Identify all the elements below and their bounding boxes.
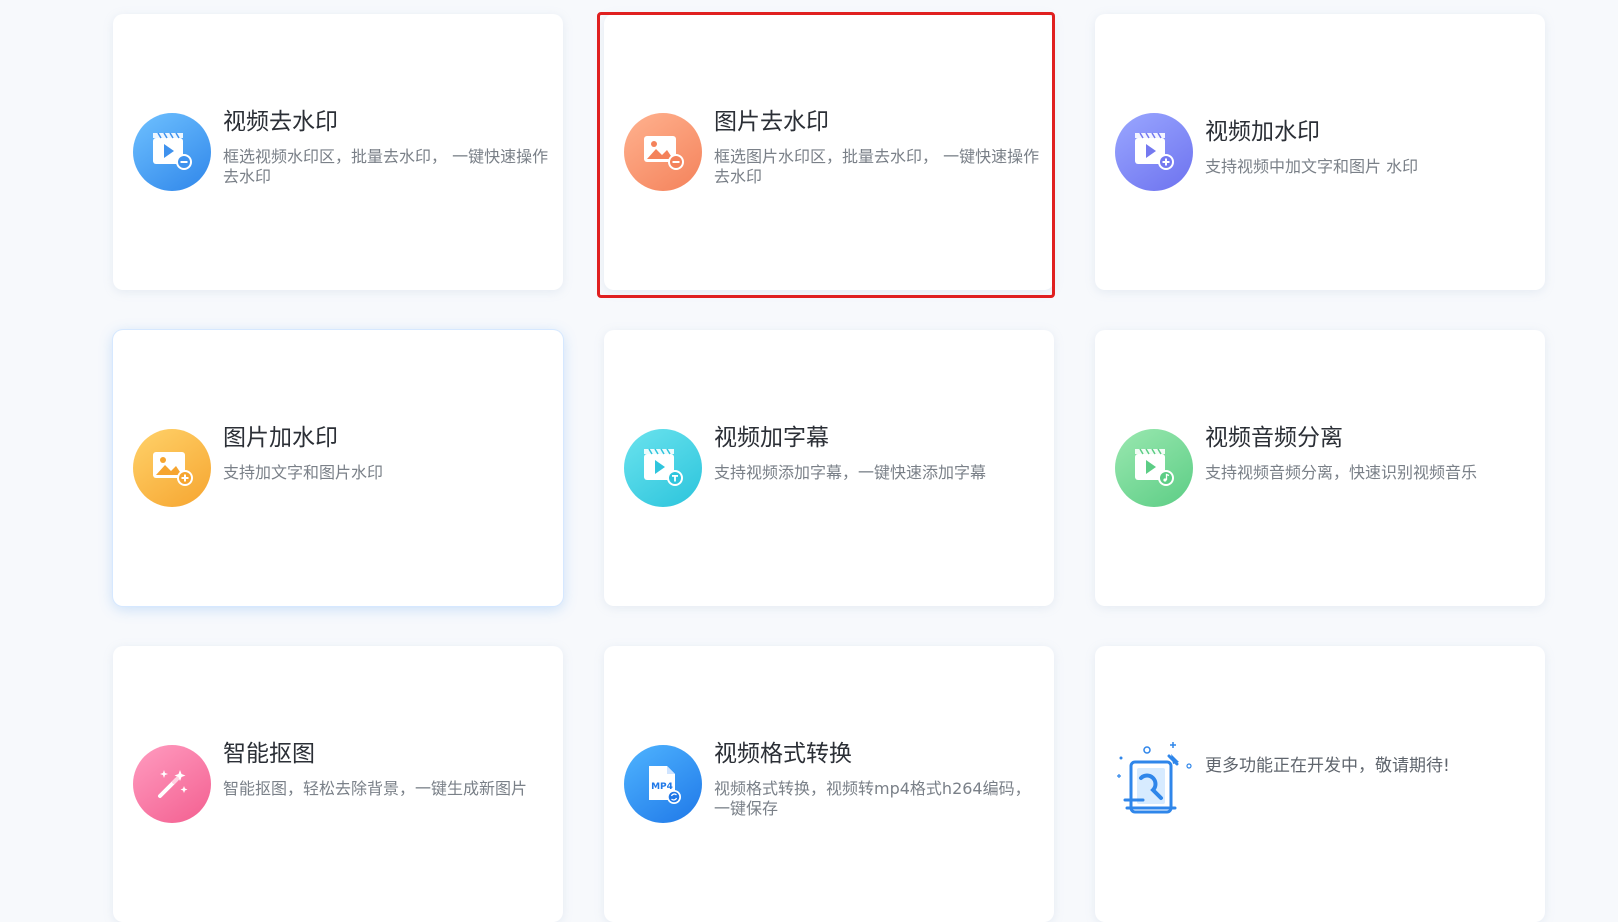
card-image-add-watermark[interactable]: 图片加水印 支持加文字和图片水印 bbox=[113, 330, 563, 606]
mp4-file-icon: MP4 bbox=[624, 745, 702, 823]
card-video-add-subtitle[interactable]: 视频加字幕 支持视频添加字幕，一键快速添加字幕 bbox=[604, 330, 1054, 606]
card-description: 支持视频中加文字和图片 水印 bbox=[1205, 157, 1419, 176]
card-title: 视频加字幕 bbox=[714, 425, 829, 451]
card-smart-cutout[interactable]: 智能抠图 智能抠图，轻松去除背景，一键生成新图片 bbox=[113, 646, 563, 922]
feature-grid: 视频去水印 框选视频水印区，批量去水印， 一键快速操作去水印 图片去水印 框选图… bbox=[0, 0, 1618, 922]
card-title: 图片加水印 bbox=[223, 425, 338, 451]
mp4-label: MP4 bbox=[651, 782, 673, 792]
card-description: 支持加文字和图片水印 bbox=[223, 463, 384, 482]
card-title: 图片去水印 bbox=[714, 109, 829, 135]
card-more-features: 更多功能正在开发中，敬请期待! bbox=[1095, 646, 1545, 922]
card-image-remove-watermark[interactable]: 图片去水印 框选图片水印区，批量去水印， 一键快速操作去水印 bbox=[604, 14, 1054, 290]
card-title: 视频音频分离 bbox=[1205, 425, 1343, 451]
card-description: 视频格式转换，视频转mp4格式h264编码，一键保存 bbox=[714, 779, 1031, 818]
card-title: 视频加水印 bbox=[1205, 119, 1320, 145]
image-add-watermark-icon bbox=[133, 429, 211, 507]
image-remove-watermark-icon bbox=[624, 113, 702, 191]
card-video-audio-separate[interactable]: 视频音频分离 支持视频音频分离，快速识别视频音乐 bbox=[1095, 330, 1545, 606]
card-title: 视频格式转换 bbox=[714, 741, 852, 767]
card-video-add-watermark[interactable]: 视频加水印 支持视频中加文字和图片 水印 bbox=[1095, 14, 1545, 290]
video-add-watermark-icon bbox=[1115, 113, 1193, 191]
card-description: 框选图片水印区，批量去水印， 一键快速操作去水印 bbox=[714, 147, 1040, 186]
video-audio-separate-icon bbox=[1115, 429, 1193, 507]
card-description: 更多功能正在开发中，敬请期待! bbox=[1205, 756, 1450, 776]
card-video-remove-watermark[interactable]: 视频去水印 框选视频水印区，批量去水印， 一键快速操作去水印 bbox=[113, 14, 563, 290]
card-description: 框选视频水印区，批量去水印， 一键快速操作去水印 bbox=[223, 147, 549, 186]
developing-tablet-icon bbox=[1113, 738, 1197, 822]
card-description: 支持视频添加字幕，一键快速添加字幕 bbox=[714, 463, 987, 482]
card-video-format-convert[interactable]: MP4 视频格式转换 视频格式转换，视频转mp4格式h264编码，一键保存 bbox=[604, 646, 1054, 922]
card-title: 智能抠图 bbox=[223, 741, 315, 767]
card-description: 智能抠图，轻松去除背景，一键生成新图片 bbox=[223, 779, 528, 798]
video-remove-watermark-icon bbox=[133, 113, 211, 191]
video-add-subtitle-icon bbox=[624, 429, 702, 507]
magic-wand-icon bbox=[133, 745, 211, 823]
card-title: 视频去水印 bbox=[223, 109, 338, 135]
card-description: 支持视频音频分离，快速识别视频音乐 bbox=[1205, 463, 1478, 482]
